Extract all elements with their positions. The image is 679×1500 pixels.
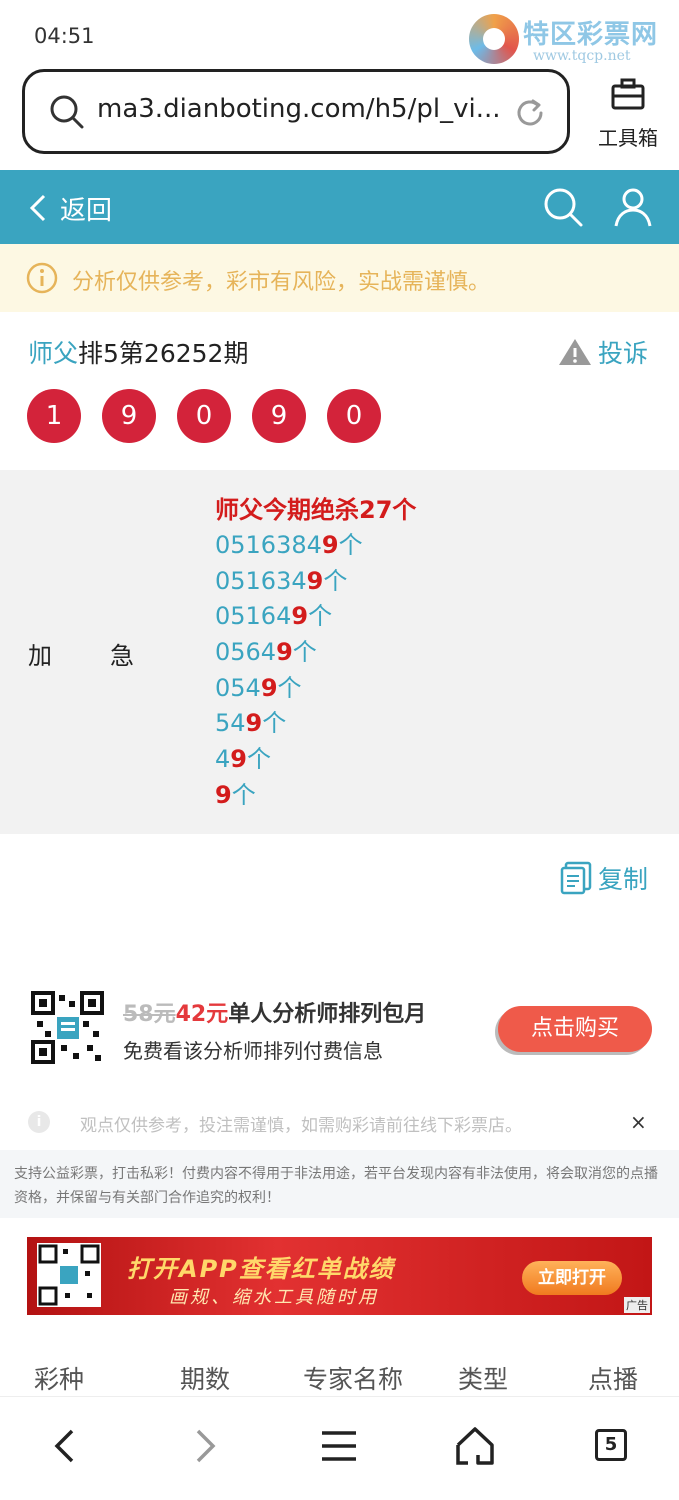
toolbox-label: 工具箱 [598, 126, 658, 150]
kill-line: 0549个 [215, 673, 302, 702]
kill-line: 549个 [215, 709, 287, 738]
menu-icon[interactable] [318, 1425, 360, 1467]
disclaimer-text: 观点仅供参考，投注需谨慎，如需购彩请前往线下彩票店。 [80, 1116, 522, 1136]
column-header: 彩种 [34, 1365, 85, 1394]
info-icon [26, 262, 58, 294]
banner-title: 打开APP查看红单战绩 [127, 1255, 395, 1283]
status-bar: 04:51 特区彩票网 www.tqcp.net [0, 0, 679, 70]
kill-line: 9个 [215, 780, 256, 809]
promo-subtitle: 免费看该分析师排列付费信息 [123, 1039, 383, 1063]
promo-title-text: 单人分析师排列包月 [228, 1002, 427, 1027]
column-header: 类型 [458, 1365, 509, 1394]
home-icon[interactable] [454, 1425, 496, 1467]
period-label: 排5第26252期 [78, 339, 249, 368]
banner-subtitle: 画规、缩水工具随时用 [169, 1287, 379, 1308]
old-price: 58元 [123, 1002, 176, 1027]
kill-line: 49个 [215, 745, 271, 774]
result-ball: 0 [177, 389, 231, 443]
period-title: 师父排5第26252期 [28, 334, 248, 370]
url-text: ma3.dianboting.com/h5/pl_vi... [97, 94, 501, 124]
user-icon[interactable] [612, 186, 654, 228]
kill-line: 051649个 [215, 602, 333, 631]
info-icon: i [28, 1111, 50, 1133]
new-price: 42元 [175, 1002, 229, 1027]
result-ball: 9 [252, 389, 306, 443]
notice-text: 分析仅供参考，彩市有风险，实战需谨慎。 [72, 270, 491, 295]
back-label: 返回 [60, 195, 113, 226]
address-bar[interactable]: ma3.dianboting.com/h5/pl_vi... [22, 69, 570, 154]
forward-arrow-icon[interactable] [184, 1425, 226, 1467]
legal-notice: 支持公益彩票，打击私彩！付费内容不得用于非法用途，若平台发现内容有非法使用，将会… [0, 1150, 679, 1218]
column-header: 专家名称 [303, 1365, 404, 1394]
kill-line: 05649个 [215, 638, 317, 667]
table-header: 彩种 期数 专家名称 类型 点播 [0, 1360, 679, 1396]
toolbox-icon [611, 78, 645, 110]
toolbox-button[interactable]: 工具箱 [588, 76, 668, 156]
risk-notice: 分析仅供参考，彩市有风险，实战需谨慎。 [0, 244, 679, 312]
copy-label: 复制 [598, 865, 649, 894]
app-download-banner[interactable]: 打开APP查看红单战绩 画规、缩水工具随时用 立即打开 广告 [27, 1237, 652, 1315]
watermark: 特区彩票网 www.tqcp.net [469, 8, 669, 68]
master-name[interactable]: 师父 [28, 339, 78, 368]
disclaimer-row: i 观点仅供参考，投注需谨慎，如需购彩请前往线下彩票店。 × [0, 1102, 679, 1142]
watermark-title: 特区彩票网 [523, 20, 659, 50]
status-time: 04:51 [34, 24, 95, 48]
kill-title: 师父今期绝杀27个 [215, 496, 417, 524]
ad-tag: 广告 [624, 1297, 650, 1313]
draw-result-balls: 1 9 0 9 0 [27, 389, 402, 443]
promo-title: 58元42元单人分析师排列包月 [123, 996, 426, 1028]
watermark-url: www.tqcp.net [533, 48, 631, 64]
qr-code-icon [31, 991, 104, 1064]
buy-button[interactable]: 点击购买 [498, 1006, 652, 1052]
urgent-label-b: 急 [110, 642, 134, 670]
result-ball: 9 [102, 389, 156, 443]
header-search-icon[interactable] [542, 186, 584, 228]
copy-button[interactable]: 复制 [560, 860, 648, 896]
column-header: 点播 [588, 1365, 639, 1394]
browser-bottom-nav: 5 [0, 1396, 679, 1500]
warning-icon [559, 339, 591, 365]
urgent-label: 加急 [28, 636, 192, 671]
watermark-logo-icon [469, 14, 519, 64]
back-arrow-icon[interactable] [44, 1425, 86, 1467]
result-ball: 0 [327, 389, 381, 443]
kill-line: 05163849个 [215, 531, 363, 559]
open-app-button[interactable]: 立即打开 [522, 1261, 622, 1295]
chevron-left-icon [29, 194, 46, 222]
kill-line: 0516349个 [215, 566, 348, 595]
qr-code-icon [37, 1243, 101, 1307]
prediction-content: 加急 师父今期绝杀27个 05163849个 0516349个 051649个 … [0, 470, 679, 834]
complain-button[interactable]: 投诉 [558, 334, 648, 370]
kill-list: 师父今期绝杀27个 05163849个 0516349个 051649个 056… [215, 492, 416, 814]
complain-label: 投诉 [598, 339, 649, 368]
reload-icon[interactable] [513, 96, 547, 130]
result-ball: 1 [27, 389, 81, 443]
copy-icon [560, 861, 592, 895]
tabs-count-button[interactable]: 5 [595, 1429, 627, 1461]
app-header: 返回 [0, 170, 679, 244]
column-header: 期数 [180, 1365, 231, 1394]
close-icon[interactable]: × [630, 1110, 647, 1134]
urgent-label-a: 加 [28, 642, 52, 670]
search-icon [50, 95, 84, 129]
back-button[interactable]: 返回 [28, 188, 112, 228]
